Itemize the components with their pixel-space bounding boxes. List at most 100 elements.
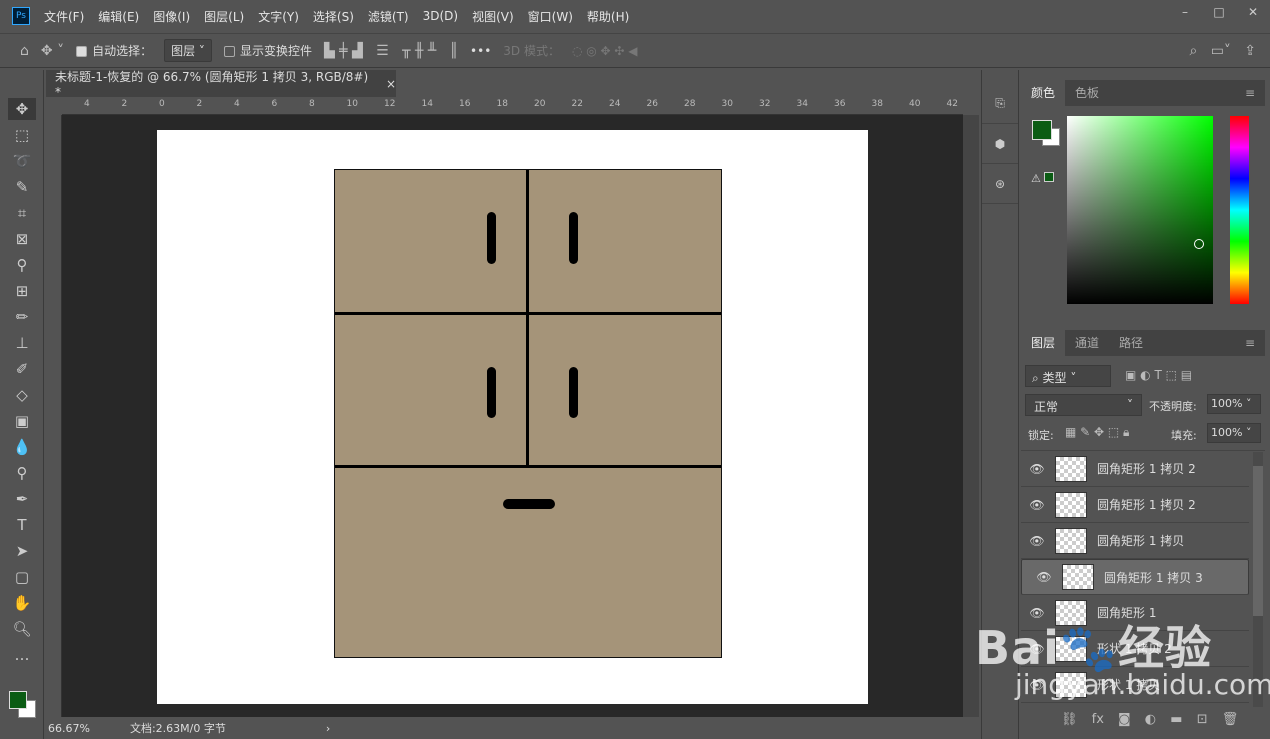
opacity-label: 不透明度: xyxy=(1149,400,1197,413)
visibility-eye-icon[interactable]: 👁︎ xyxy=(1021,642,1053,656)
gradient-tool-icon[interactable]: ▣ xyxy=(8,410,36,432)
layer-name: 圆角矩形 1 拷贝 2 xyxy=(1097,498,1196,512)
crop-tool-icon[interactable]: ⌗ xyxy=(8,202,36,224)
properties-panel-icon[interactable]: ⊛ xyxy=(982,164,1018,204)
hand-tool-icon[interactable]: ✋ xyxy=(8,592,36,614)
visibility-eye-icon[interactable]: 👁︎ xyxy=(1021,462,1053,476)
hue-slider[interactable] xyxy=(1230,116,1249,304)
menu-help[interactable]: 帮助(H) xyxy=(587,8,629,25)
canvas-vertical-scrollbar[interactable] xyxy=(963,115,979,717)
home-icon[interactable]: ⌂ xyxy=(20,43,29,59)
document-tab[interactable]: 未标题-1-恢复的 @ 66.7% (圆角矩形 1 拷贝 3, RGB/8#) … xyxy=(46,70,396,99)
layer-row[interactable]: 👁︎ 圆角矩形 1 拷贝 2 xyxy=(1021,451,1249,487)
visibility-eye-icon[interactable]: 👁︎ xyxy=(1021,678,1053,692)
tab-channels[interactable]: 通道 xyxy=(1065,330,1109,356)
blend-mode-dropdown[interactable]: 正常 ˅ xyxy=(1025,394,1142,416)
color-field[interactable] xyxy=(1067,116,1213,304)
path-select-icon[interactable]: ➤ xyxy=(8,540,36,562)
frame-tool-icon[interactable]: ⊠ xyxy=(8,228,36,250)
menu-view[interactable]: 视图(V) xyxy=(472,8,514,25)
3d-panel-icon[interactable]: ⬢ xyxy=(982,124,1018,164)
type-tool-icon[interactable]: T xyxy=(8,514,36,536)
layer-name: 圆角矩形 1 拷贝 xyxy=(1097,534,1185,548)
panel-menu-icon[interactable]: ≡ xyxy=(1235,80,1265,106)
stamp-tool-icon[interactable]: ⊥ xyxy=(8,332,36,354)
layer-filter-dropdown[interactable]: ⌕ 类型 ˅ xyxy=(1025,365,1111,387)
blur-tool-icon[interactable]: 💧 xyxy=(8,436,36,458)
ruler-tick-label: 22 xyxy=(571,99,583,109)
layer-row[interactable]: 👁︎ 形状 1 拷贝 2 xyxy=(1021,631,1249,667)
layer-filter-icons[interactable]: ▣ ◐ T ⬚ ▤ xyxy=(1125,368,1192,382)
tab-layers[interactable]: 图层 xyxy=(1021,330,1066,356)
lock-icons[interactable]: ▦ ✎ ✥ ⬚ 🔒︎ xyxy=(1065,425,1129,440)
menu-window[interactable]: 窗口(W) xyxy=(528,8,573,25)
panel-menu-icon[interactable]: ≡ xyxy=(1235,330,1265,356)
auto-select-checkbox[interactable]: 自动选择： xyxy=(76,42,152,59)
menu-select[interactable]: 选择(S) xyxy=(313,8,354,25)
menu-type[interactable]: 文字(Y) xyxy=(258,8,299,25)
zoom-tool-icon[interactable]: 🔍︎ xyxy=(8,618,36,640)
layers-scrollbar[interactable] xyxy=(1253,452,1263,707)
dodge-tool-icon[interactable]: ⚲ xyxy=(8,462,36,484)
marquee-tool-icon[interactable]: ⬚ xyxy=(8,124,36,146)
brush-tool-icon[interactable]: ✏ xyxy=(8,306,36,328)
search-icon[interactable]: ⌕ ▭˅ ⇪ xyxy=(1190,43,1257,59)
layer-list: 👁︎ 圆角矩形 1 拷贝 2 👁︎ 圆角矩形 1 拷贝 2 👁︎ 圆角矩形 1 拷贝 👁︎ 圆… xyxy=(1021,450,1265,708)
opacity-input[interactable]: 100% ˅ xyxy=(1207,394,1261,414)
foreground-color-swatch[interactable] xyxy=(9,691,27,709)
tab-paths[interactable]: 路径 xyxy=(1109,330,1153,356)
menu-3d[interactable]: 3D(D) xyxy=(423,9,458,23)
close-button[interactable]: ✕ xyxy=(1236,0,1270,24)
horizontal-ruler: 4 2 0 2 4 6 8 10 12 14 16 18 20 22 24 26 28 30 32 34 36 38 40 4… xyxy=(62,97,963,115)
layer-row[interactable]: 👁︎ 圆角矩形 1 拷贝 xyxy=(1021,523,1249,559)
history-brush-icon[interactable]: ✐ xyxy=(8,358,36,380)
healing-brush-icon[interactable]: ⊞ xyxy=(8,280,36,302)
status-menu-arrow[interactable]: › xyxy=(326,722,330,735)
tab-color[interactable]: 颜色 xyxy=(1021,80,1066,106)
auto-select-dropdown[interactable]: 图层 ˅ xyxy=(164,39,212,62)
menu-file[interactable]: 文件(F) xyxy=(44,8,84,25)
visibility-eye-icon[interactable]: 👁︎ xyxy=(1028,570,1060,584)
show-transform-checkbox[interactable]: 显示变换控件 xyxy=(223,42,312,59)
rounded-rect-tool-icon[interactable]: ▢ xyxy=(8,566,36,588)
layer-thumbnail xyxy=(1055,671,1087,698)
layer-row[interactable]: 👁︎ 形状 1 拷贝 xyxy=(1021,667,1249,703)
history-panel-icon[interactable]: ⎘ xyxy=(982,84,1018,124)
tab-swatches[interactable]: 色板 xyxy=(1065,80,1109,106)
gamut-warning-icon[interactable]: ⚠ xyxy=(1031,172,1054,185)
pen-tool-icon[interactable]: ✒ xyxy=(8,488,36,510)
menu-image[interactable]: 图像(I) xyxy=(153,8,190,25)
quick-select-icon[interactable]: ✎ xyxy=(8,176,36,198)
visibility-eye-icon[interactable]: 👁︎ xyxy=(1021,606,1053,620)
move-tool-icon[interactable]: ✥ xyxy=(8,98,36,120)
eraser-icon[interactable]: ◇ xyxy=(8,384,36,406)
foreground-color-chip[interactable] xyxy=(1032,120,1052,140)
layer-thumbnail xyxy=(1055,455,1087,482)
layers-footer-buttons[interactable]: ⛓ fx ◙ ◐ ▬ ⊡ 🗑︎ xyxy=(1061,712,1238,727)
layer-row[interactable]: 👁︎ 圆角矩形 1 拷贝 2 xyxy=(1021,487,1249,523)
menu-filter[interactable]: 滤镜(T) xyxy=(368,8,409,25)
eyedropper-icon[interactable]: ⚲ xyxy=(8,254,36,276)
move-tool-icon[interactable]: ✥ ˅ xyxy=(41,43,64,59)
fill-input[interactable]: 100% ˅ xyxy=(1207,423,1261,443)
maximize-button[interactable]: □ xyxy=(1202,0,1236,24)
color-picker-cursor[interactable] xyxy=(1194,239,1204,249)
layer-row[interactable]: 👁︎ 圆角矩形 1 xyxy=(1021,595,1249,631)
opacity-value: 100% xyxy=(1211,397,1243,410)
zoom-level[interactable]: 66.67% xyxy=(48,722,90,735)
layer-row[interactable]: 👁︎ 圆角矩形 1 拷贝 3 xyxy=(1021,559,1249,595)
cabinet-shape[interactable] xyxy=(334,169,722,658)
align-icons[interactable]: ▙ ╪ ▟ ☰ ╥ ╫ ╨ ║ xyxy=(324,43,458,59)
menu-layer[interactable]: 图层(L) xyxy=(204,8,244,25)
lasso-tool-icon[interactable]: ➰ xyxy=(8,150,36,172)
ruler-tick-label: 2 xyxy=(196,99,203,109)
menu-edit[interactable]: 编辑(E) xyxy=(98,8,139,25)
add-style-button[interactable]: fx xyxy=(1092,712,1104,727)
close-tab-icon[interactable]: × xyxy=(386,77,396,91)
visibility-eye-icon[interactable]: 👁︎ xyxy=(1021,498,1053,512)
door-handle xyxy=(569,212,578,264)
more-tools-icon[interactable]: … xyxy=(8,644,36,666)
more-options-button[interactable]: ••• xyxy=(470,44,491,58)
visibility-eye-icon[interactable]: 👁︎ xyxy=(1021,534,1053,548)
minimize-button[interactable]: – xyxy=(1168,0,1202,24)
